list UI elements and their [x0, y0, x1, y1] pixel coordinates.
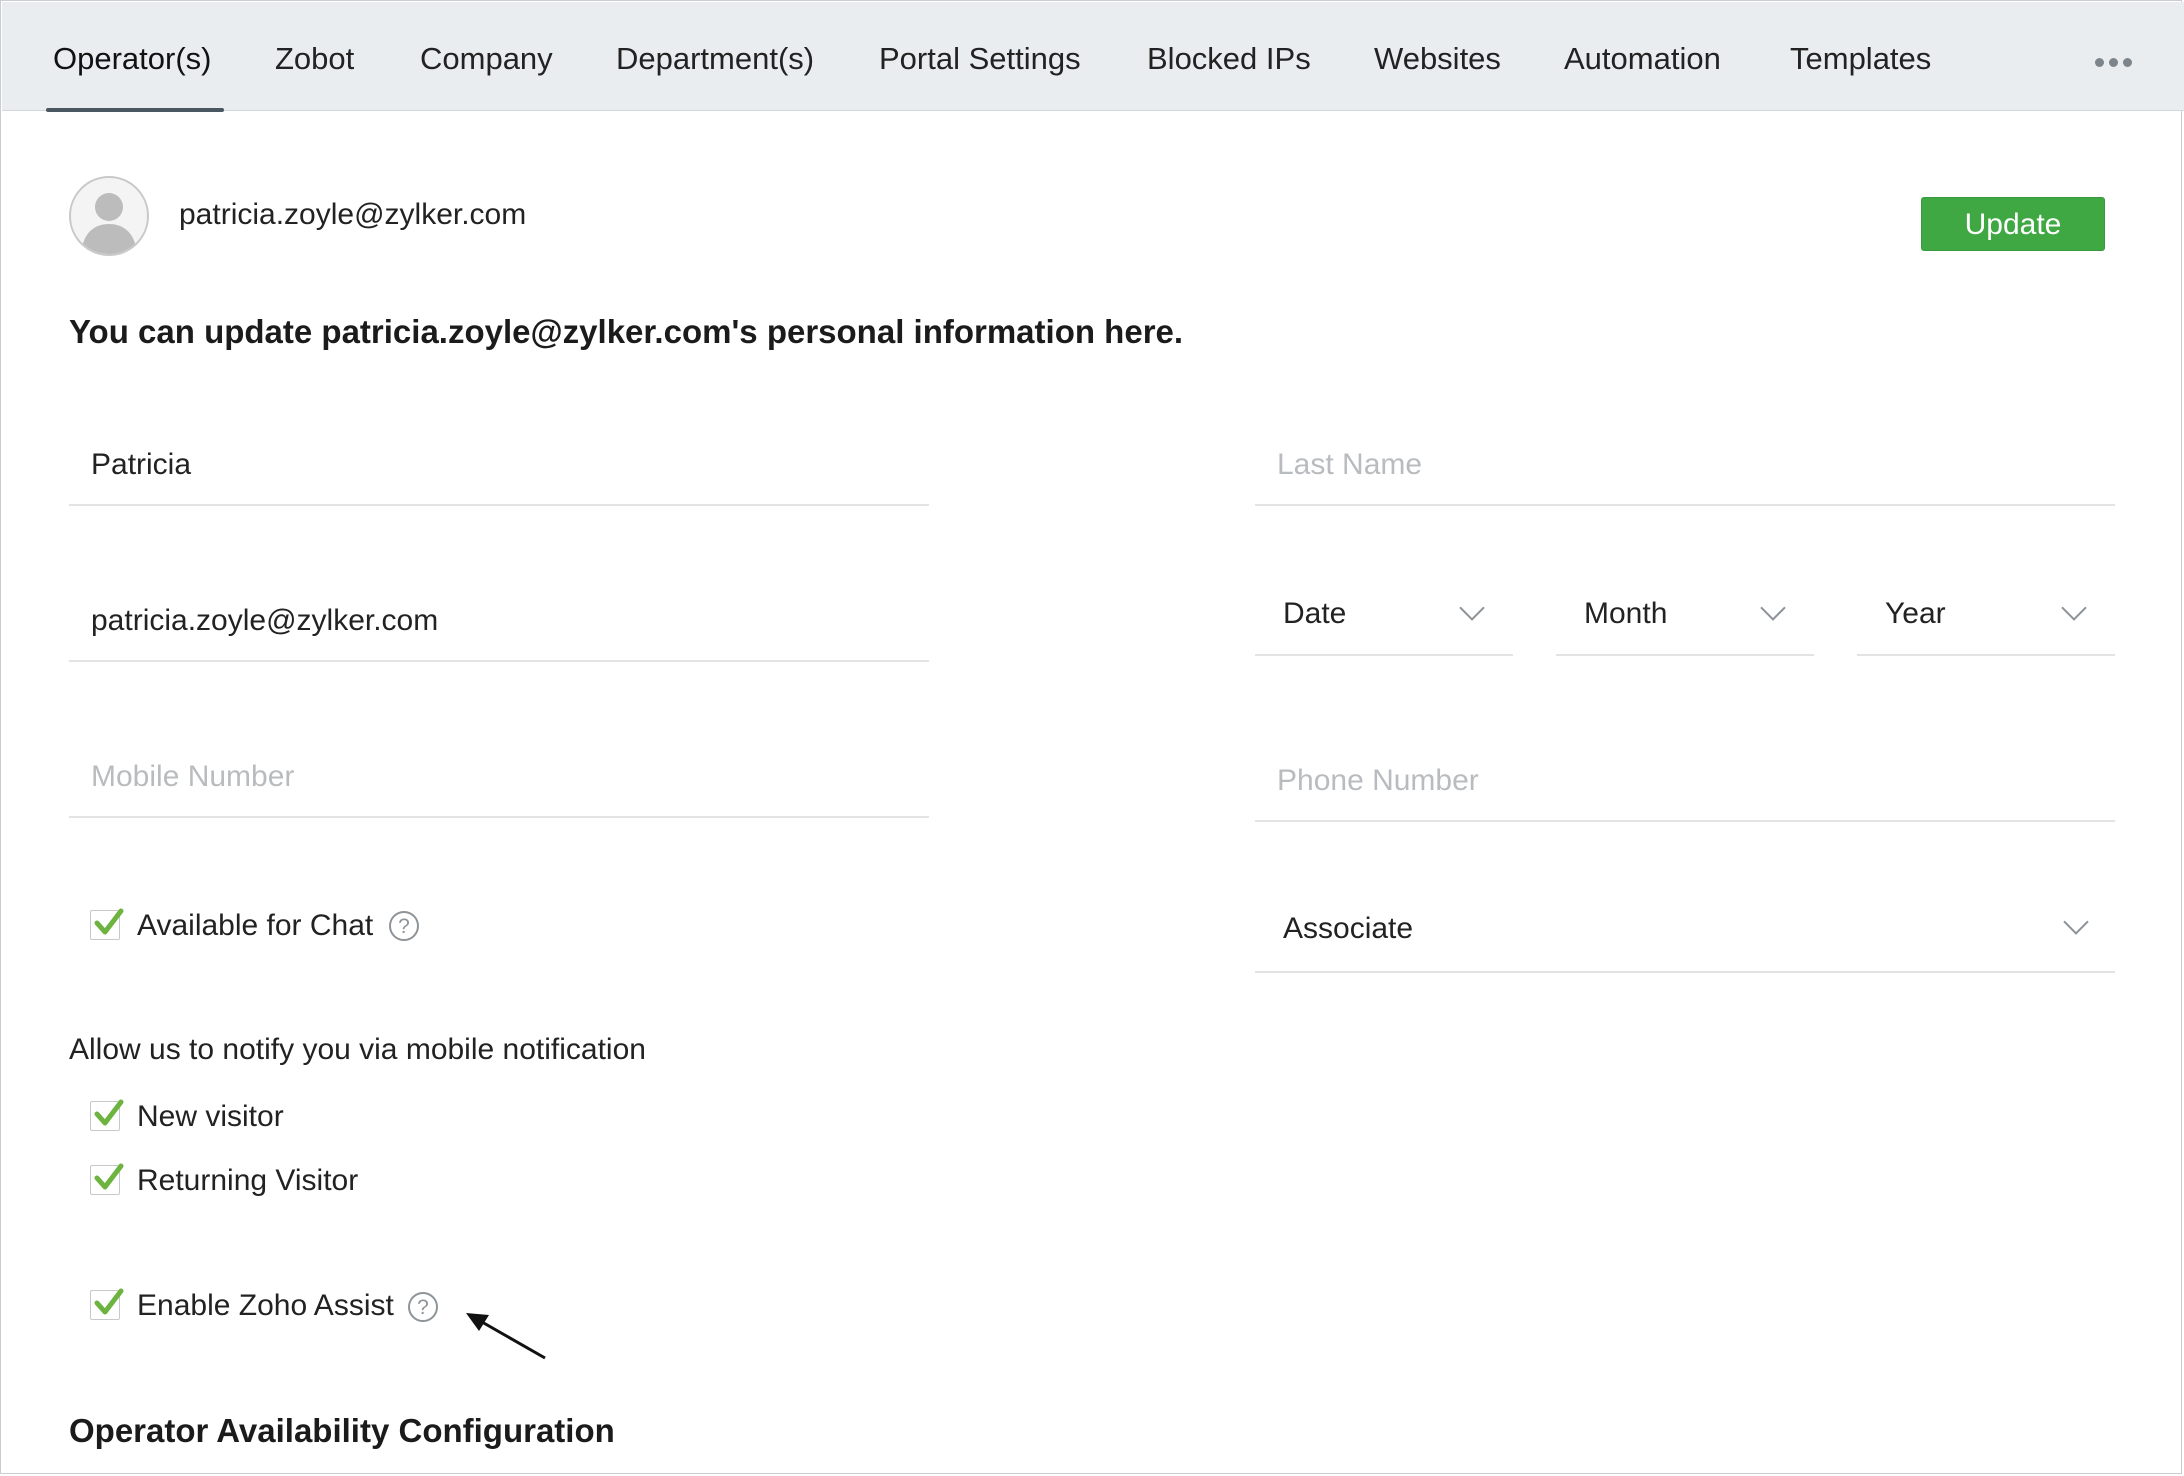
tab-automation[interactable]: Automation: [1564, 2, 1721, 111]
intro-text: You can update patricia.zoyle@zylker.com…: [69, 313, 1184, 350]
dob-date-select[interactable]: Date: [1255, 582, 1513, 656]
tab-templates[interactable]: Templates: [1790, 2, 1931, 111]
tab-departments[interactable]: Department(s): [616, 2, 814, 111]
mobile-notification-heading: Allow us to notify you via mobile notifi…: [69, 1033, 646, 1066]
zoho-assist-label: Enable Zoho Assist: [137, 1289, 394, 1322]
mobile-number-input[interactable]: [91, 738, 907, 816]
update-button[interactable]: Update: [1921, 197, 2105, 251]
tab-blocked-ips[interactable]: Blocked IPs: [1147, 2, 1311, 111]
chevron-down-icon: [2061, 595, 2087, 621]
tab-websites[interactable]: Websites: [1374, 2, 1501, 111]
zoho-assist-row: Enable Zoho Assist ?: [90, 1286, 470, 1326]
annotation-arrow-icon: [466, 1313, 546, 1360]
user-silhouette-icon: [81, 193, 137, 254]
checkmark-icon: [94, 1288, 124, 1315]
role-select[interactable]: Associate: [1255, 891, 2115, 973]
tab-zobot[interactable]: Zobot: [275, 2, 354, 111]
operator-availability-heading: Operator Availability Configuration: [69, 1412, 615, 1449]
email-field: [69, 582, 929, 662]
tab-company[interactable]: Company: [420, 2, 553, 111]
tab-portal-settings[interactable]: Portal Settings: [879, 2, 1081, 111]
new-visitor-row: New visitor: [90, 1097, 390, 1137]
chevron-down-icon: [1760, 595, 1786, 621]
first-name-field: [69, 426, 929, 506]
phone-number-field: [1255, 742, 2115, 822]
help-icon[interactable]: ?: [389, 911, 419, 941]
available-for-chat-label: Available for Chat: [137, 909, 374, 942]
role-label: Associate: [1283, 912, 1414, 945]
dob-month-select[interactable]: Month: [1556, 582, 1814, 656]
help-icon[interactable]: ?: [408, 1292, 438, 1322]
returning-visitor-checkbox[interactable]: [90, 1163, 124, 1195]
email-input[interactable]: [91, 582, 907, 660]
checkmark-icon: [94, 908, 124, 935]
checkmark-icon: [94, 1163, 124, 1190]
returning-visitor-row: Returning Visitor: [90, 1161, 430, 1201]
phone-number-input[interactable]: [1277, 742, 2093, 820]
dob-month-label: Month: [1584, 597, 1668, 630]
dob-year-select[interactable]: Year: [1857, 582, 2115, 656]
zoho-assist-checkbox[interactable]: [90, 1288, 124, 1320]
chevron-down-icon: [1459, 595, 1485, 621]
checkmark-icon: [94, 1099, 124, 1126]
new-visitor-checkbox[interactable]: [90, 1099, 124, 1131]
ellipsis-icon[interactable]: [2095, 58, 2133, 68]
returning-visitor-label: Returning Visitor: [137, 1164, 359, 1197]
active-tab-indicator: [46, 108, 224, 112]
dob-date-label: Date: [1283, 597, 1347, 630]
avatar: [69, 176, 149, 256]
available-for-chat-row: Available for Chat ?: [90, 906, 450, 946]
available-for-chat-checkbox[interactable]: [90, 908, 124, 940]
settings-panel: Operator(s) Zobot Company Department(s) …: [0, 0, 2184, 1474]
new-visitor-label: New visitor: [137, 1100, 284, 1133]
mobile-number-field: [69, 738, 929, 818]
dob-year-label: Year: [1885, 597, 1946, 630]
chevron-down-icon: [2063, 909, 2089, 935]
operator-email-header: patricia.zoyle@zylker.com: [179, 198, 527, 231]
tab-operators[interactable]: Operator(s): [53, 2, 211, 111]
last-name-input[interactable]: [1277, 426, 2093, 504]
last-name-field: [1255, 426, 2115, 506]
top-tab-bar: Operator(s) Zobot Company Department(s) …: [2, 2, 2184, 112]
first-name-input[interactable]: [91, 426, 907, 504]
